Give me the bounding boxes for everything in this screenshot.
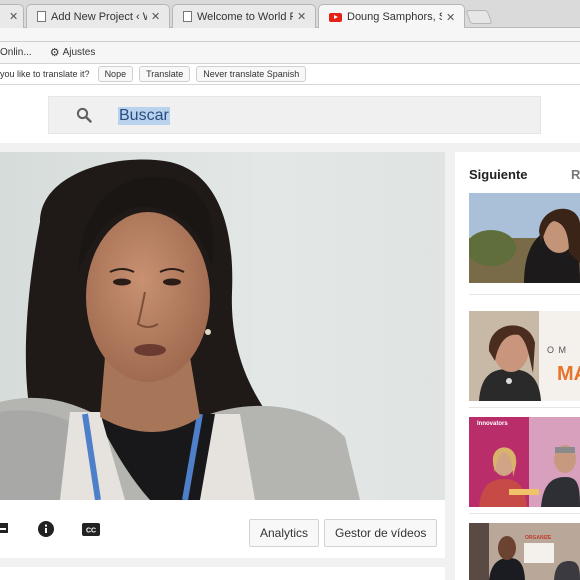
video-info-card [0,567,445,580]
address-bar-area [0,28,580,42]
video-thumbnail[interactable] [469,193,580,283]
close-icon[interactable]: ✕ [151,10,161,23]
video-thumbnail[interactable]: O M MA [469,311,580,401]
divider [469,513,580,514]
video-thumbnail[interactable]: Innovators [469,417,580,507]
thumbnail-caption: MA [557,363,580,385]
svg-text:CC: CC [86,528,96,535]
browser-tab-strip: on ✕ Add New Project ‹ World Forum ✕ Wel… [0,0,580,29]
video-thumbnail[interactable]: ORGANIZE [469,523,580,580]
browser-tab[interactable]: Add New Project ‹ World Forum ✕ [26,4,170,28]
search-input[interactable]: Buscar [118,107,170,125]
thumbnail-logo: ORGANIZE [525,535,552,541]
thumbnail-image [469,523,580,580]
info-icon[interactable] [38,521,54,537]
translate-prompt: you like to translate it? [0,69,90,79]
up-next-sidebar: Siguiente R O M MA [455,152,580,580]
translate-button[interactable]: Translate [139,66,191,82]
autoplay-label: R [571,167,580,182]
close-icon[interactable]: ✕ [297,10,307,23]
thumbnail-badge: Innovators [477,421,508,427]
close-icon[interactable]: ✕ [9,10,18,23]
playlist-add-icon[interactable] [0,521,10,535]
new-tab-button[interactable] [465,10,493,24]
nope-button[interactable]: Nope [97,66,134,82]
thumbnail-caption-small: O M [547,345,567,355]
thumbnail-image [469,311,580,401]
video-action-bar: CC Analytics Gestor de vídeos [0,500,445,558]
divider [469,407,580,408]
translate-bar: you like to translate it? Nope Translate… [0,64,580,85]
analytics-button[interactable]: Analytics [249,519,320,547]
video-manager-button[interactable]: Gestor de vídeos [324,519,438,547]
masthead: Buscar [0,85,580,143]
close-icon[interactable]: ✕ [446,11,456,24]
video-player[interactable] [0,152,445,500]
browser-tab[interactable]: Welcome to World Forum on ar ✕ [172,4,316,28]
gear-icon: ⚙ [49,47,60,59]
bookmark-label: Ajustes [62,47,96,58]
browser-tab-active[interactable]: Doung Samphors, Star Kampu ✕ [318,4,465,29]
bookmark-item[interactable]: Onlin... [0,47,32,58]
video-frame [0,152,445,500]
search-box[interactable]: Buscar [48,96,541,134]
page-icon [183,11,192,22]
bookmark-settings[interactable]: ⚙ Ajustes [50,46,96,59]
page-icon [37,11,46,22]
bookmarks-bar: Onlin... ⚙ Ajustes [0,42,580,64]
tab-title: Add New Project ‹ World Forum [51,10,147,23]
thumbnail-image [469,417,580,507]
divider [469,294,580,295]
youtube-icon [329,12,342,22]
browser-tab[interactable]: on ✕ [0,4,24,28]
youtube-page: Buscar CC Analytics Gestor de vídeos Sig… [0,85,580,580]
tab-title: Welcome to World Forum on ar [197,10,293,23]
tab-title: Doung Samphors, Star Kampu [347,11,442,23]
never-translate-button[interactable]: Never translate Spanish [196,66,307,82]
up-next-title: Siguiente [469,167,528,182]
search-icon[interactable] [76,107,92,123]
subtitles-icon[interactable]: CC [82,523,100,536]
